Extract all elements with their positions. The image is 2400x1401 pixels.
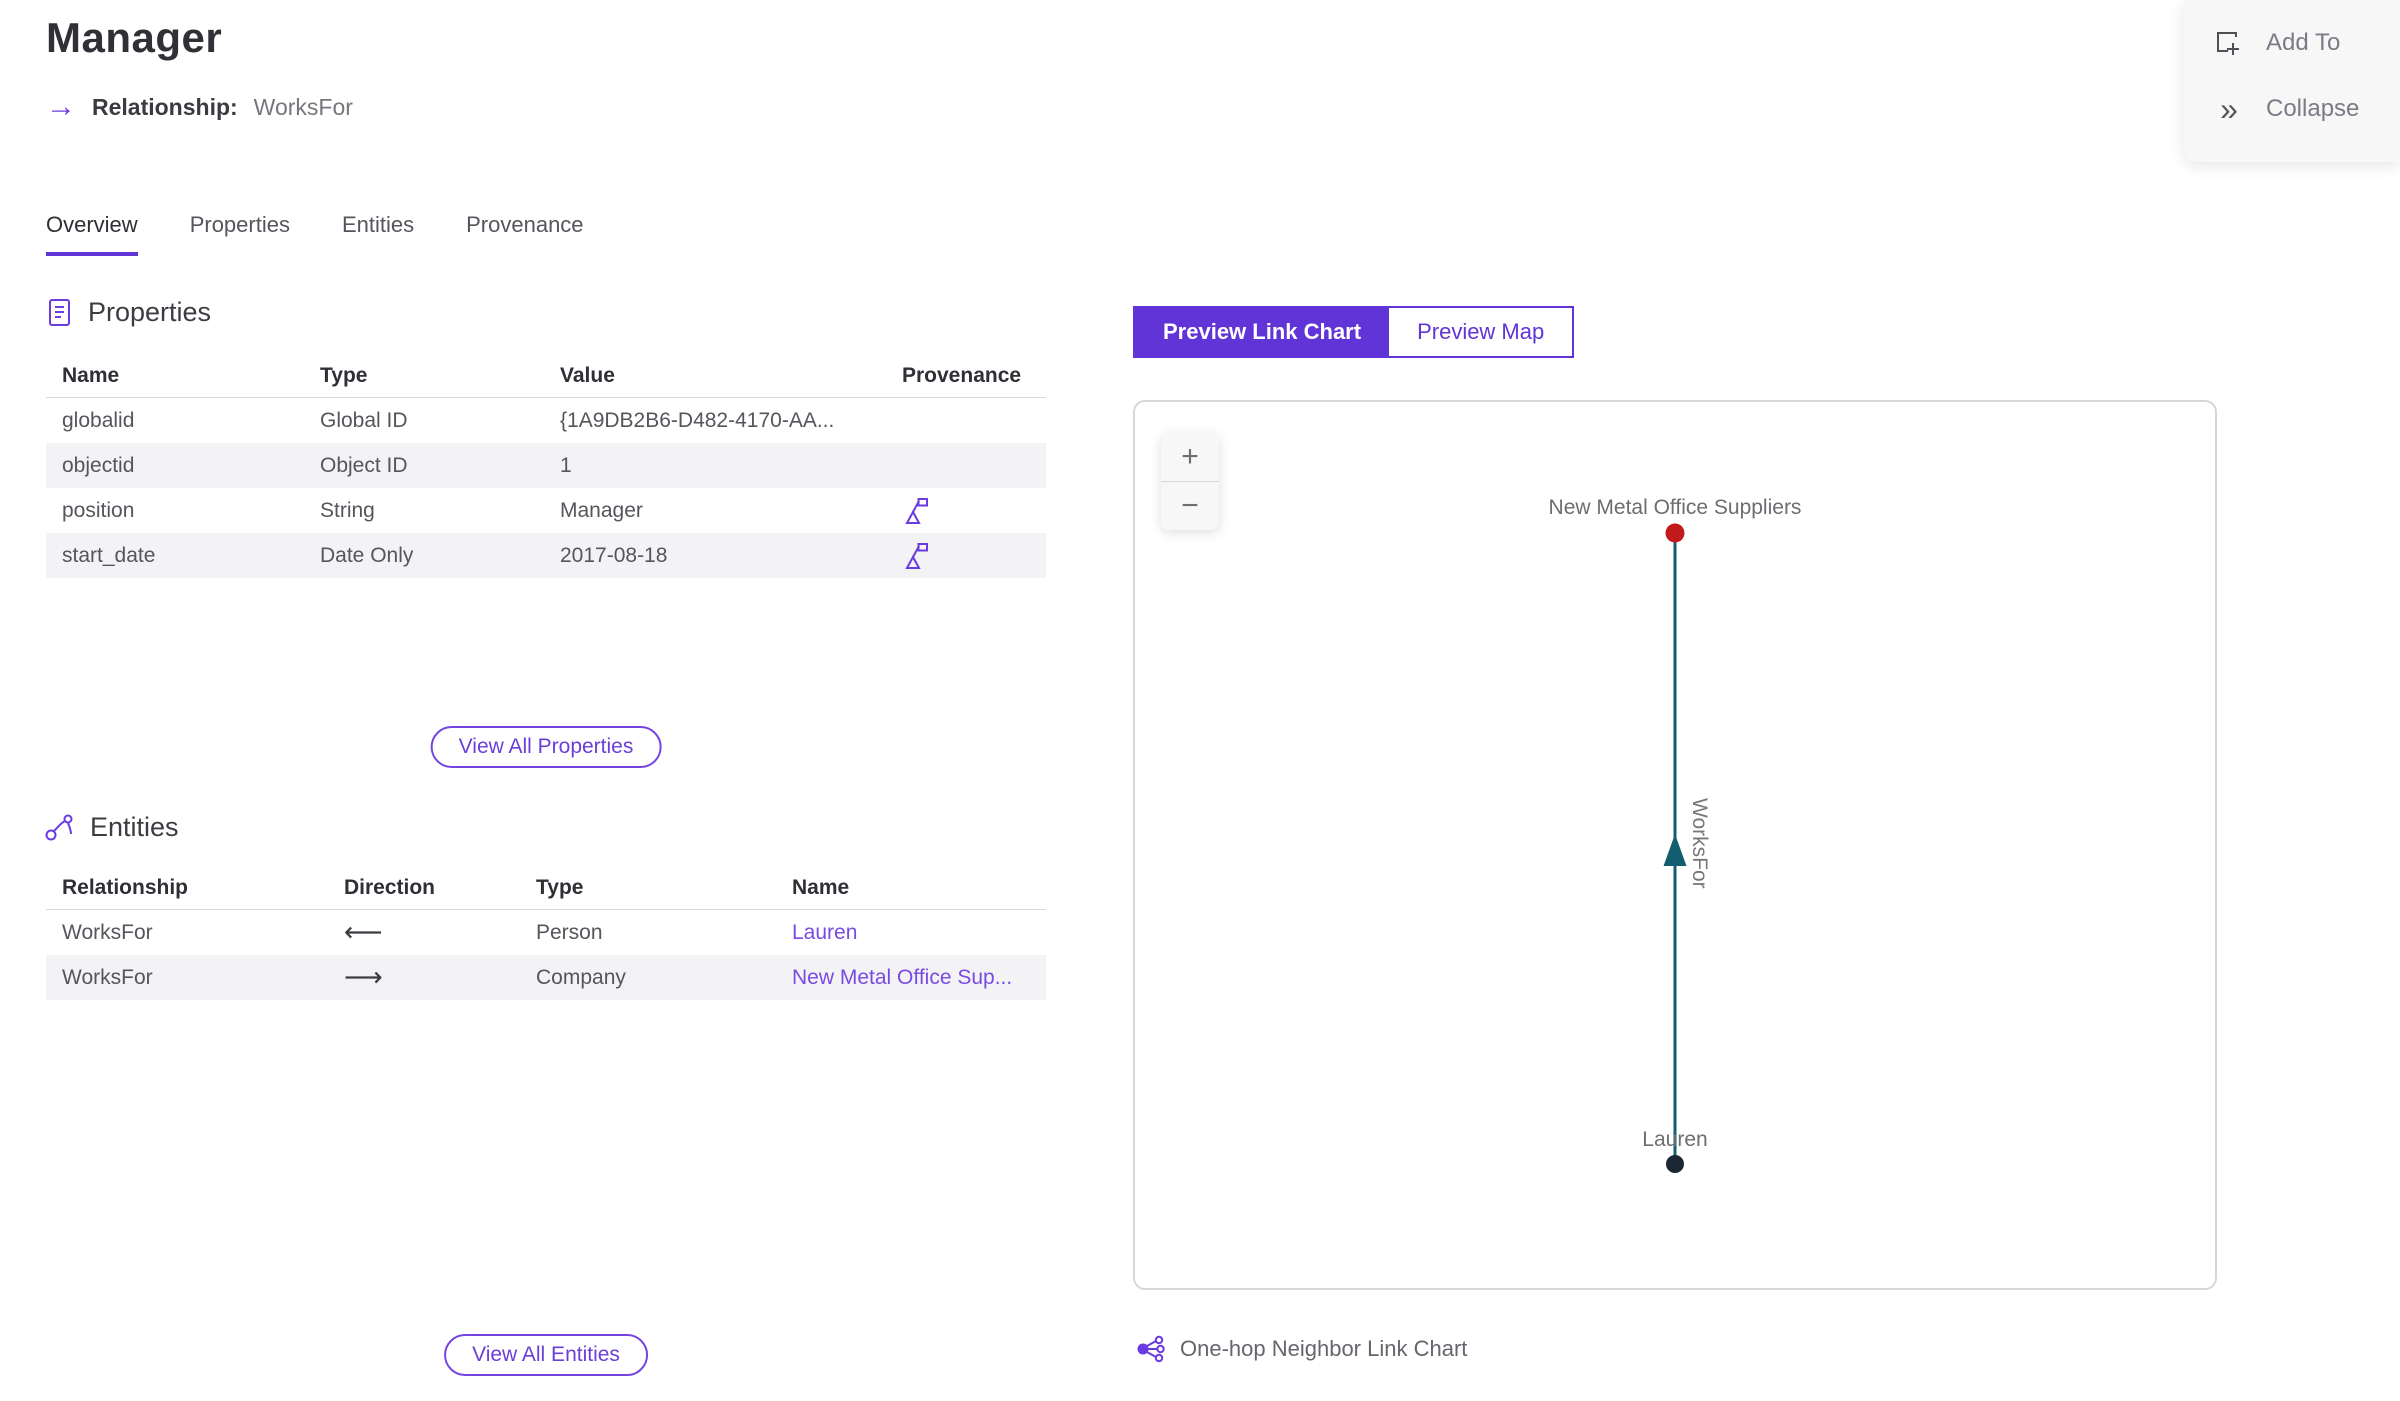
properties-table: Name Type Value Provenance globalid Glob… (46, 354, 1046, 578)
prop-name: position (62, 498, 135, 522)
relationship-arrow-icon: → (46, 90, 76, 123)
table-row: WorksFor ⟶ Company New Metal Office Sup.… (46, 955, 1046, 1000)
entities-icon (45, 814, 73, 840)
tab-overview[interactable]: Overview (46, 212, 138, 256)
col-name: Name (62, 363, 120, 387)
entities-table: Relationship Direction Type Name WorksFo… (46, 866, 1046, 1000)
entities-table-header: Relationship Direction Type Name (46, 866, 1046, 910)
entity-relationship: WorksFor (62, 965, 153, 989)
col-provenance: Provenance (902, 363, 1022, 387)
entity-name-link[interactable]: Lauren (776, 921, 1046, 945)
prop-value: Manager (560, 498, 643, 522)
company-node-label: New Metal Office Suppliers (1548, 496, 1802, 519)
table-row: position String Manager (46, 488, 1046, 533)
prop-name: objectid (62, 453, 135, 477)
table-row: start_date Date Only 2017-08-18 (46, 533, 1046, 578)
view-all-entities-button[interactable]: View All Entities (444, 1334, 648, 1376)
chart-caption: One-hop Neighbor Link Chart (1136, 1334, 1467, 1364)
collapse-icon: » (2220, 91, 2238, 127)
entity-type: Company (536, 965, 626, 989)
person-node[interactable] (1666, 1155, 1684, 1173)
subtitle-value: WorksFor (253, 93, 353, 120)
direction-arrow-icon: ⟵ (344, 917, 383, 947)
col-name: Name (792, 875, 850, 899)
prop-name: globalid (62, 408, 135, 432)
entity-name-link[interactable]: New Metal Office Sup... (776, 966, 1046, 990)
entity-relationship: WorksFor (62, 920, 153, 944)
prop-type: Date Only (320, 543, 414, 567)
company-node[interactable] (1665, 523, 1685, 543)
properties-section-header: Properties (44, 296, 211, 328)
relationship-details-page: Manager → Relationship: WorksFor Add To … (0, 0, 2400, 1401)
one-hop-link-chart-icon (1137, 1335, 1165, 1363)
col-direction: Direction (344, 875, 436, 899)
view-all-properties-button[interactable]: View All Properties (430, 726, 662, 768)
zoom-in-button[interactable]: + (1161, 432, 1219, 481)
prop-type: Object ID (320, 453, 408, 477)
chart-caption-label: One-hop Neighbor Link Chart (1180, 1336, 1468, 1361)
table-row: objectid Object ID 1 (46, 443, 1046, 488)
prop-value: 1 (560, 453, 572, 477)
prop-type: String (320, 498, 375, 522)
link-chart-canvas (1663, 523, 1687, 1173)
edge-arrowhead-icon (1663, 834, 1687, 866)
entities-section-header: Entities (44, 812, 179, 843)
link-chart-preview[interactable]: New Metal Office Suppliers Lauren WorksF… (1133, 400, 2217, 1290)
preview-toggle-group: Preview Link Chart Preview Map (1133, 306, 1575, 358)
prop-value: {1A9DB2B6-D482-4170-AA... (560, 408, 835, 432)
subtitle-label: Relationship: (92, 93, 238, 120)
col-value: Value (560, 363, 615, 387)
preview-link-chart-button[interactable]: Preview Link Chart (1135, 308, 1390, 356)
tab-entities[interactable]: Entities (342, 212, 414, 256)
zoom-control: + − (1161, 432, 1219, 530)
entities-section-title: Entities (90, 812, 179, 842)
person-node-label: Lauren (1642, 1128, 1708, 1151)
detail-tabs: Overview Properties Entities Provenance (46, 212, 584, 256)
provenance-flag-icon[interactable] (902, 496, 929, 526)
add-to-label: Add To (2266, 29, 2341, 56)
add-to-button[interactable]: Add To (2184, 10, 2400, 76)
properties-section-title: Properties (88, 296, 212, 327)
direction-arrow-icon: ⟶ (344, 962, 383, 992)
col-relationship: Relationship (62, 875, 189, 899)
provenance-flag-icon[interactable] (902, 541, 929, 571)
add-to-icon (2212, 27, 2244, 59)
zoom-out-button[interactable]: − (1161, 481, 1219, 530)
collapse-button[interactable]: » Collapse (2184, 76, 2400, 142)
prop-value: 2017-08-18 (560, 543, 668, 567)
entity-type: Person (536, 920, 603, 944)
tab-provenance[interactable]: Provenance (466, 212, 583, 256)
edge-label: WorksFor (1688, 798, 1711, 889)
prop-type: Global ID (320, 408, 408, 432)
preview-map-button[interactable]: Preview Map (1389, 308, 1573, 356)
page-title: Manager (46, 14, 223, 61)
properties-icon (49, 299, 70, 326)
tab-properties[interactable]: Properties (190, 212, 290, 256)
relationship-subtitle: → Relationship: WorksFor (46, 92, 353, 122)
col-type: Type (536, 875, 584, 899)
table-row: WorksFor ⟵ Person Lauren (46, 910, 1046, 955)
quick-actions-panel: Add To » Collapse (2184, 0, 2400, 162)
col-type: Type (320, 363, 368, 387)
prop-name: start_date (62, 543, 156, 567)
table-row: globalid Global ID {1A9DB2B6-D482-4170-A… (46, 398, 1046, 443)
properties-table-header: Name Type Value Provenance (46, 354, 1046, 398)
collapse-label: Collapse (2266, 95, 2360, 122)
